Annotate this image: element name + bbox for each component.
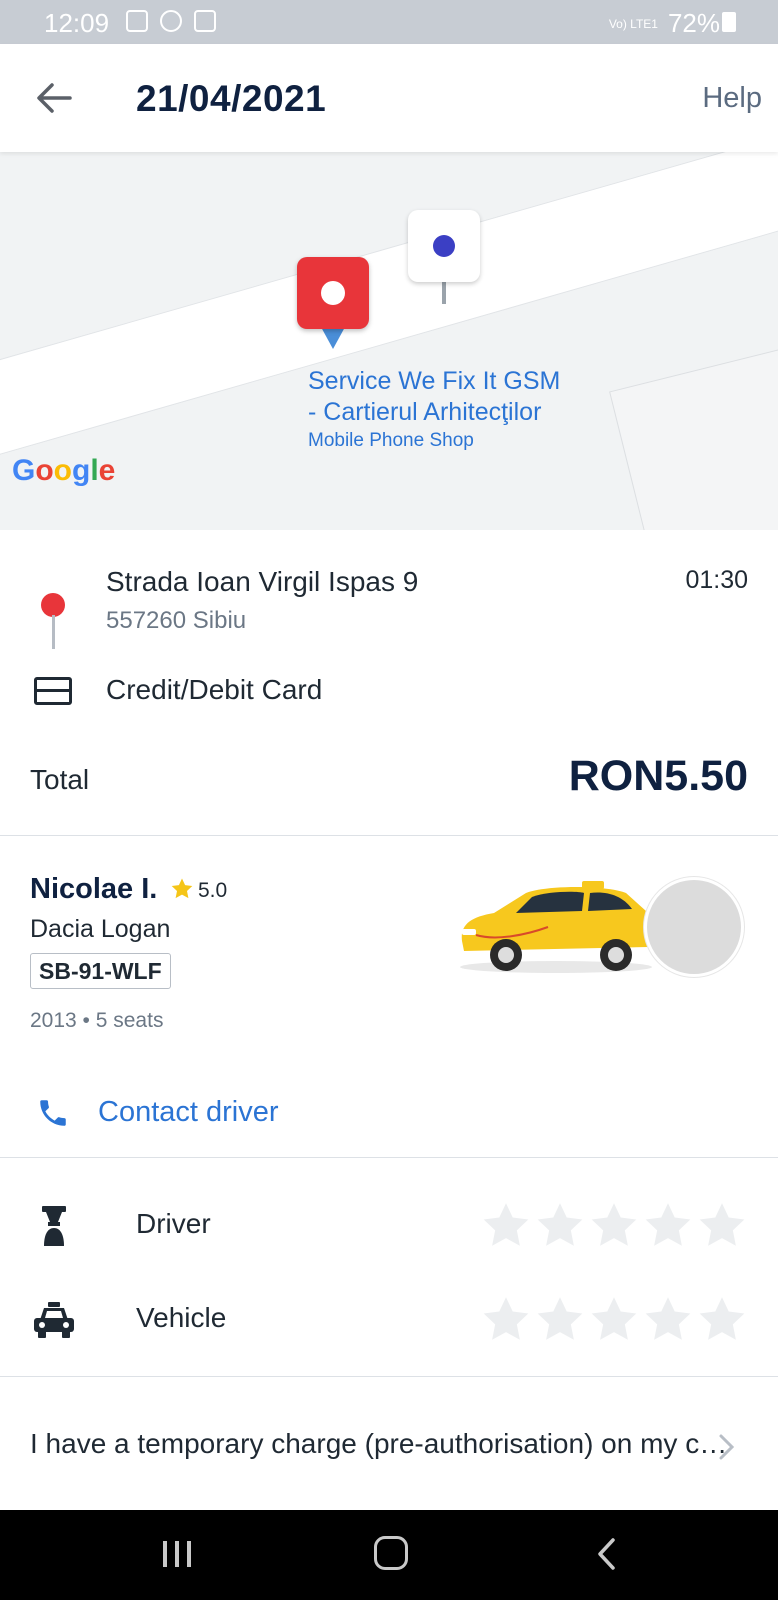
rating-star[interactable] — [642, 1200, 694, 1252]
network-label: Vo) LTE1 — [608, 16, 658, 31]
payment-method: Credit/Debit Card — [106, 674, 323, 705]
faq-item[interactable]: I have a temporary charge (pre-authorisa… — [30, 1428, 730, 1460]
page-title: 21/04/2021 — [136, 78, 327, 119]
total-label: Total — [30, 764, 90, 795]
driver-avatar — [644, 877, 744, 977]
rating-star[interactable] — [480, 1200, 532, 1252]
home-icon[interactable] — [374, 1536, 408, 1570]
contact-driver-button[interactable]: Contact driver — [98, 1096, 279, 1129]
location-pin-icon — [41, 593, 65, 617]
trip-time: 01:30 — [685, 566, 748, 594]
driver-name: Nicolae I. — [30, 873, 158, 905]
poi-name-line1: Service We Fix It GSM — [308, 367, 561, 395]
vehicle-rating-stars[interactable] — [480, 1294, 750, 1346]
poi-name-line2: - Cartierul Arhitecţilor — [308, 398, 542, 426]
car-model: Dacia Logan — [30, 915, 171, 943]
gmail-icon — [194, 10, 216, 32]
driver-rating: 5.0 — [198, 879, 228, 902]
pickup-pin-icon — [408, 210, 480, 282]
status-time: 12:09 — [44, 8, 110, 38]
license-plate: SB-91-WLF — [30, 953, 171, 989]
address-city: 557260 Sibiu — [106, 607, 247, 634]
pickup-pin-stem — [442, 282, 446, 304]
rating-star[interactable] — [480, 1294, 532, 1346]
car-details: 2013 • 5 seats — [30, 1009, 164, 1032]
back-icon[interactable] — [594, 1536, 618, 1572]
status-right: Vo) LTE1 72% — [609, 8, 720, 39]
credit-card-icon — [34, 677, 72, 705]
rating-star[interactable] — [696, 1294, 748, 1346]
rating-star[interactable] — [534, 1294, 586, 1346]
battery-icon — [722, 12, 736, 32]
rating-star[interactable] — [534, 1200, 586, 1252]
rating-star[interactable] — [696, 1200, 748, 1252]
rating-star[interactable] — [642, 1294, 694, 1346]
taxi-icon — [34, 1302, 74, 1338]
system-nav-bar — [0, 1510, 778, 1600]
taxi-car-image — [460, 881, 652, 973]
map-poi-label[interactable]: Service We Fix It GSM - Cartierul Arhite… — [308, 366, 560, 454]
arrow-left-icon[interactable] — [30, 74, 78, 122]
notification-icons — [126, 10, 216, 32]
divider — [0, 835, 778, 836]
star-icon — [171, 878, 193, 899]
status-bar: 12:09 Vo) LTE1 72% — [0, 0, 778, 44]
poi-category: Mobile Phone Shop — [308, 430, 474, 451]
destination-pin-tail — [321, 327, 345, 349]
rating-star[interactable] — [588, 1200, 640, 1252]
rating-label-vehicle: Vehicle — [136, 1302, 227, 1333]
help-button[interactable]: Help — [702, 82, 762, 115]
map-block — [609, 338, 778, 530]
recents-icon[interactable] — [160, 1539, 194, 1569]
destination-pin-icon — [297, 257, 369, 329]
divider — [0, 1157, 778, 1158]
rating-label-driver: Driver — [136, 1208, 211, 1239]
divider — [0, 1376, 778, 1377]
driver-rating-stars[interactable] — [480, 1200, 750, 1252]
phone-icon[interactable] — [36, 1096, 70, 1130]
total-price: RON5.50 — [568, 752, 748, 800]
chevron-right-icon — [719, 1434, 735, 1460]
address-street: Strada Ioan Virgil Ispas 9 — [106, 566, 419, 597]
messenger-icon — [160, 10, 182, 32]
google-logo: Google — [12, 454, 116, 487]
gallery-icon — [126, 10, 148, 32]
location-pin-stem — [52, 615, 55, 649]
map-view[interactable]: Service We Fix It GSM - Cartierul Arhite… — [0, 152, 778, 530]
app-bar: 21/04/2021 Help — [0, 44, 778, 152]
battery-percent: 72% — [667, 8, 720, 38]
driver-icon — [42, 1206, 66, 1246]
rating-star[interactable] — [588, 1294, 640, 1346]
